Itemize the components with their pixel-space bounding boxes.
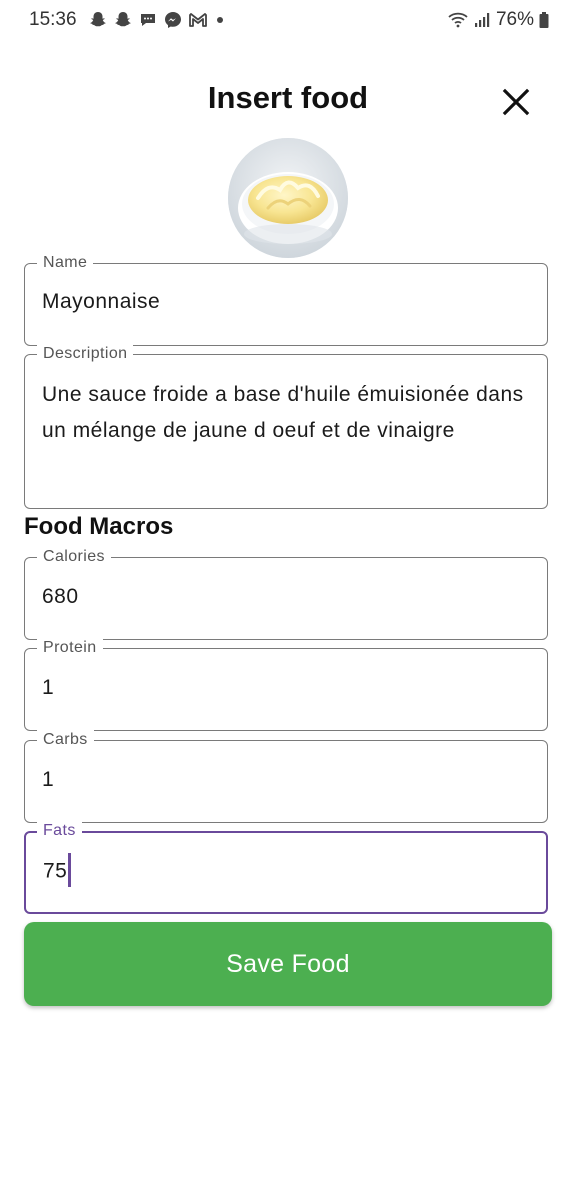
protein-field[interactable]: Protein 1 <box>24 638 548 731</box>
status-time: 15:36 <box>29 9 77 30</box>
system-indicators: 76% <box>448 9 550 31</box>
close-button[interactable] <box>498 84 534 120</box>
signal-icon <box>472 10 492 30</box>
calories-label: Calories <box>37 547 111 567</box>
battery-icon <box>538 10 550 30</box>
snapchat-icon <box>88 10 108 30</box>
more-notifications-dot <box>217 17 223 23</box>
save-food-label: Save Food <box>226 949 350 978</box>
description-value: Une sauce froide a base d'huile émuision… <box>42 383 524 442</box>
gmail-icon <box>188 10 208 30</box>
text-cursor <box>68 853 71 887</box>
name-field[interactable]: Name Mayonnaise <box>24 253 548 346</box>
close-icon <box>502 88 530 116</box>
carbs-label: Carbs <box>37 730 94 750</box>
calories-field[interactable]: Calories 680 <box>24 547 548 640</box>
messenger-icon <box>163 10 183 30</box>
protein-value: 1 <box>42 676 55 699</box>
fats-value-wrapper[interactable]: 75 <box>43 853 71 889</box>
fats-field[interactable]: Fats 75 <box>24 821 548 914</box>
wifi-icon <box>448 10 468 30</box>
fats-value: 75 <box>43 859 68 883</box>
food-image[interactable] <box>228 138 348 258</box>
mayonnaise-bowl-image <box>228 138 348 258</box>
save-food-button[interactable]: Save Food <box>24 922 552 1006</box>
battery-percentage: 76% <box>495 9 534 30</box>
notification-icons <box>88 10 223 30</box>
fats-label: Fats <box>37 821 82 841</box>
food-macros-heading: Food Macros <box>24 513 174 540</box>
description-label: Description <box>37 344 134 364</box>
carbs-value: 1 <box>42 768 55 791</box>
chat-bubble-icon <box>138 10 158 30</box>
snapchat-icon <box>113 10 133 30</box>
page-title: Insert food <box>207 80 369 115</box>
name-label: Name <box>37 253 94 273</box>
protein-label: Protein <box>37 638 103 658</box>
calories-value: 680 <box>42 585 79 608</box>
description-field[interactable]: Description Une sauce froide a base d'hu… <box>24 344 548 509</box>
status-bar: 15:36 76% <box>0 0 576 40</box>
carbs-field[interactable]: Carbs 1 <box>24 730 548 823</box>
name-value: Mayonnaise <box>42 290 161 313</box>
